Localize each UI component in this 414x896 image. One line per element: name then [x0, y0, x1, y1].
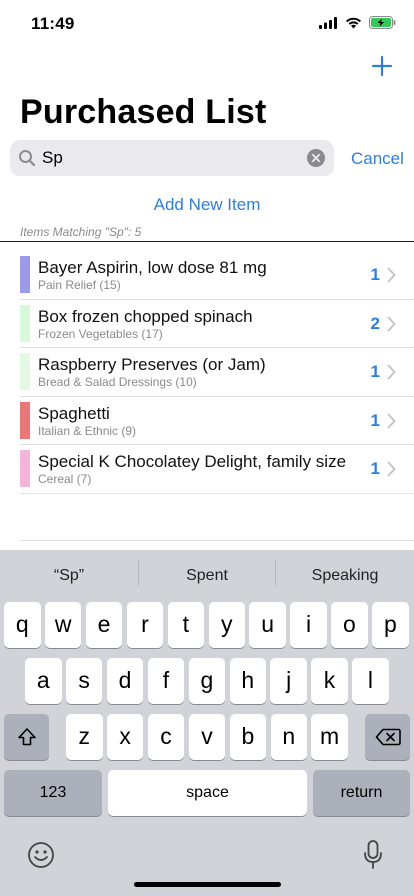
- item-category: Italian & Ethnic (9): [38, 423, 137, 438]
- list-divider: [20, 540, 414, 541]
- key-e[interactable]: e: [85, 602, 123, 648]
- status-icons: [319, 16, 396, 29]
- key-j[interactable]: j: [270, 658, 307, 704]
- chevron-right-icon: [387, 267, 396, 283]
- item-name: Spaghetti: [38, 403, 110, 423]
- keyboard: “Sp” Spent Speaking qwertyuiop asdfghjkl z…: [0, 550, 414, 896]
- key-s[interactable]: s: [65, 658, 103, 704]
- key-q[interactable]: q: [4, 602, 41, 648]
- shift-icon: [17, 728, 36, 746]
- home-indicator[interactable]: [134, 882, 281, 887]
- key-y[interactable]: y: [208, 602, 245, 648]
- key-t[interactable]: t: [167, 602, 205, 648]
- category-color-swatch: [20, 450, 30, 487]
- item-list: Bayer Aspirin, low dose 81 mg Pain Relie…: [0, 251, 414, 494]
- item-category: Frozen Vegetables (17): [38, 326, 163, 341]
- suggestion-2[interactable]: Spent: [138, 550, 276, 596]
- chevron-right-icon: [387, 364, 396, 380]
- key-w[interactable]: w: [44, 602, 82, 648]
- key-n[interactable]: n: [270, 714, 307, 760]
- key-k[interactable]: k: [311, 658, 348, 704]
- section-divider: [0, 241, 414, 242]
- list-item[interactable]: Spaghetti Italian & Ethnic (9) 1: [20, 397, 414, 445]
- key-r[interactable]: r: [126, 602, 164, 648]
- space-key[interactable]: space: [108, 770, 307, 816]
- list-item[interactable]: Box frozen chopped spinach Frozen Vegeta…: [20, 300, 414, 348]
- key-f[interactable]: f: [147, 658, 185, 704]
- item-count: 1: [370, 410, 380, 430]
- shift-key[interactable]: [4, 714, 49, 760]
- item-count: 1: [370, 265, 380, 284]
- battery-charging-icon: [369, 16, 396, 29]
- item-category: Pain Relief (15): [38, 278, 121, 292]
- key-l[interactable]: l: [352, 658, 389, 704]
- item-name: Box frozen chopped spinach: [38, 306, 253, 326]
- key-a[interactable]: a: [25, 658, 62, 704]
- category-color-swatch: [20, 256, 30, 293]
- chevron-right-icon: [387, 316, 396, 331]
- key-u[interactable]: u: [249, 602, 286, 648]
- key-h[interactable]: h: [229, 658, 266, 704]
- add-new-item-button[interactable]: Add New Item: [0, 195, 414, 215]
- item-category: Bread & Salad Dressings (10): [38, 375, 197, 389]
- key-g[interactable]: g: [188, 658, 226, 704]
- microphone-icon[interactable]: [361, 839, 385, 871]
- predictive-bar: “Sp” Spent Speaking: [0, 550, 414, 596]
- status-bar: 11:49: [0, 0, 414, 48]
- list-item[interactable]: Special K Chocolatey Delight, family siz…: [20, 445, 414, 494]
- return-key[interactable]: return: [313, 770, 410, 816]
- key-i[interactable]: i: [290, 602, 327, 648]
- key-v[interactable]: v: [188, 714, 226, 760]
- key-c[interactable]: c: [147, 714, 185, 760]
- item-name: Special K Chocolatey Delight, family siz…: [38, 452, 347, 471]
- key-z[interactable]: z: [66, 714, 103, 760]
- cancel-button[interactable]: Cancel: [351, 149, 404, 169]
- list-item[interactable]: Bayer Aspirin, low dose 81 mg Pain Relie…: [20, 251, 414, 300]
- search-icon: [19, 150, 36, 167]
- item-count: 1: [370, 459, 380, 478]
- status-time: 11:49: [31, 14, 75, 33]
- delete-key[interactable]: [365, 714, 410, 760]
- list-item[interactable]: Raspberry Preserves (or Jam) Bread & Sal…: [20, 348, 414, 397]
- wifi-icon: [346, 17, 361, 28]
- key-o[interactable]: o: [331, 602, 368, 648]
- key-b[interactable]: b: [229, 714, 267, 760]
- item-count: 2: [370, 313, 380, 333]
- key-p[interactable]: p: [372, 602, 409, 648]
- chevron-right-icon: [387, 413, 396, 428]
- emoji-icon[interactable]: [26, 840, 56, 870]
- chevron-right-icon: [387, 461, 396, 477]
- key-m[interactable]: m: [311, 714, 348, 760]
- suggestion-3[interactable]: Speaking: [276, 550, 414, 596]
- key-x[interactable]: x: [106, 714, 144, 760]
- search-field[interactable]: [10, 140, 334, 176]
- item-name: Bayer Aspirin, low dose 81 mg: [38, 258, 267, 277]
- backspace-icon: [375, 728, 401, 746]
- item-name: Raspberry Preserves (or Jam): [38, 355, 266, 374]
- category-color-swatch: [20, 353, 30, 390]
- match-count-header: Items Matching "Sp": 5: [20, 225, 142, 239]
- search-input[interactable]: [42, 140, 302, 176]
- category-color-swatch: [20, 304, 30, 342]
- add-item-button[interactable]: [368, 52, 396, 80]
- cellular-signal-icon: [319, 16, 337, 29]
- key-d[interactable]: d: [106, 658, 144, 704]
- category-color-swatch: [20, 401, 30, 439]
- item-count: 1: [370, 362, 380, 381]
- suggestion-1[interactable]: “Sp”: [0, 550, 138, 596]
- page-title: Purchased List: [20, 93, 267, 131]
- clear-search-icon[interactable]: [307, 149, 325, 167]
- item-category: Cereal (7): [38, 472, 92, 486]
- numbers-key[interactable]: 123: [4, 770, 102, 816]
